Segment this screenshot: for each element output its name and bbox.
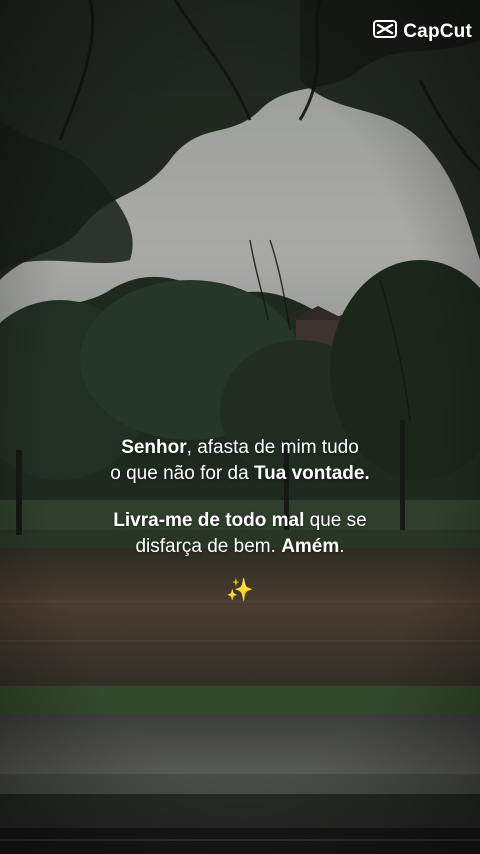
quote-text: disfarça de bem. [135,536,282,557]
quote-line: disfarça de bem. Amém. [0,534,480,560]
video-frame: CapCut Senhor, afasta de mim tudo o que … [0,0,480,854]
capcut-logo-icon [373,20,398,43]
quote-bold-text: Tua vontade. [253,463,370,484]
quote-paragraph-2: Livra-me de todo mal que se disfarça de … [0,508,480,560]
quote-bold-text: Livra-me de todo mal [113,510,305,531]
capcut-watermark: CapCut [373,20,472,43]
quote-line: Livra-me de todo mal que se [0,508,480,534]
quote-text: . [339,536,345,557]
quote-paragraph-1: Senhor, afasta de mim tudo o que não for… [0,435,480,487]
capcut-brand-text: CapCut [403,20,472,42]
background-photo [0,0,480,854]
quote-line: o que não for da Tua vontade. [0,461,480,487]
quote-bold-text: Amém [281,536,340,557]
quote-text: o que não for da [110,463,254,484]
quote-line: Senhor, afasta de mim tudo [0,435,480,461]
quote-text: , afasta de mim tudo [186,437,359,458]
quote-text: que se [304,510,367,531]
quote-bold-text: Senhor [121,437,187,458]
sparkles-icon: ✨ [226,578,254,603]
